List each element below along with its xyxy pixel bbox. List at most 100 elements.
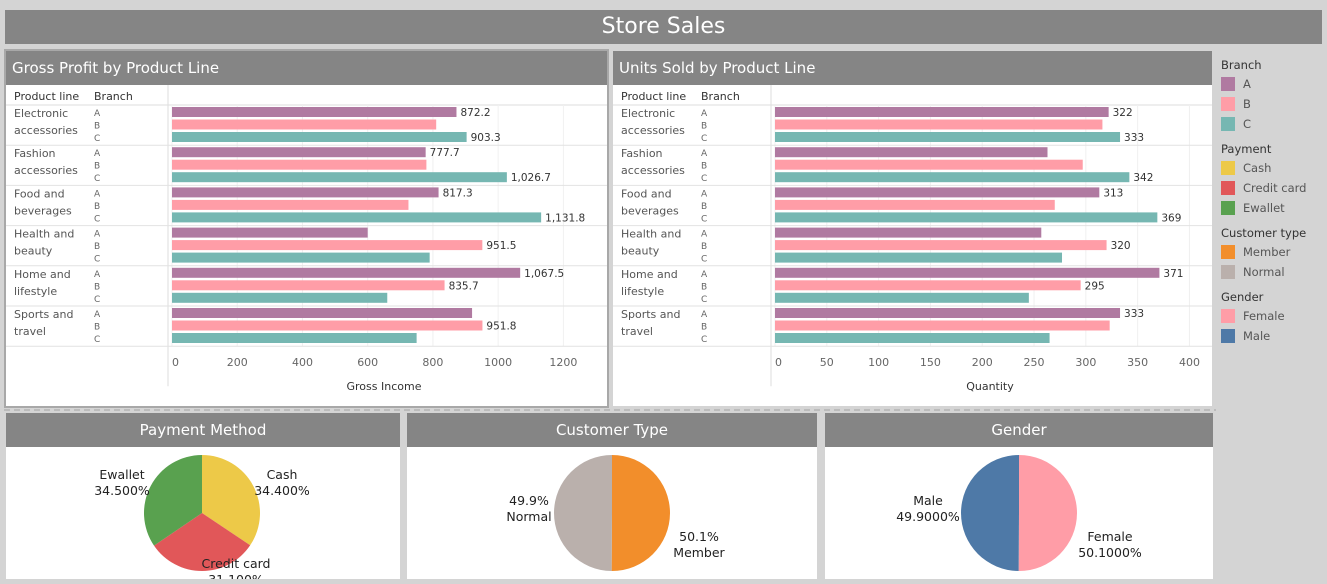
slice-value-label: 34.500% (94, 483, 150, 498)
slice-name-label: Male (913, 493, 943, 508)
data-label: 333 (1124, 132, 1144, 144)
branch-header: Branch (94, 90, 133, 103)
bar (172, 333, 417, 343)
category-label: beauty (14, 245, 53, 258)
payment-method-title: Payment Method (6, 413, 400, 447)
legend-label: Ewallet (1243, 201, 1285, 215)
legend-swatch (1221, 265, 1235, 279)
legend-item-branch-b[interactable]: B (1221, 94, 1325, 114)
legend-item-credit-card[interactable]: Credit card (1221, 178, 1325, 198)
bar (172, 320, 483, 331)
customer-type-panel[interactable]: Customer Type 49.9% Normal 50.1% Member (407, 413, 817, 579)
branch-label: C (701, 174, 707, 184)
data-label: 1,131.8 (545, 212, 585, 224)
category-label: accessories (621, 124, 685, 137)
branch-label: B (94, 323, 100, 333)
slice-name-label: Female (1087, 529, 1133, 544)
x-tick-label: 400 (1179, 356, 1200, 369)
bar (775, 320, 1110, 331)
bar (172, 280, 445, 291)
branch-label: B (94, 202, 100, 212)
legend-title: Customer type (1221, 226, 1307, 240)
branch-label: A (701, 149, 708, 159)
legend-label: Normal (1243, 265, 1285, 279)
data-label: 313 (1103, 187, 1123, 199)
x-tick-label: 0 (172, 356, 179, 369)
units-sold-chart[interactable]: Product line Branch 0 50 100 150 200 250 300 350 4… (613, 85, 1212, 406)
customer-type-pie[interactable]: 49.9%Normal 50.1%Member (407, 447, 817, 579)
payment-method-pie[interactable]: Ewallet34.500% Cash34.400% Credit card31.1… (6, 447, 400, 579)
bar (172, 132, 467, 142)
category-label: Health and (621, 228, 681, 241)
category-label: Electronic (621, 107, 675, 120)
legend-item-ewallet[interactable]: Ewallet (1221, 198, 1325, 218)
slice-value-label: 31.100% (208, 572, 264, 579)
legend-group-payment: Payment Cash Credit card Ewallet (1221, 140, 1325, 218)
x-tick-label: 400 (292, 356, 313, 369)
category-label: beauty (621, 245, 660, 258)
legend-title: Gender (1221, 290, 1264, 304)
bar (172, 227, 368, 238)
gender-panel[interactable]: Gender Male 49.9000% Female 50.1000% (825, 413, 1213, 579)
slice-name-label: 50.1% (679, 529, 719, 544)
legend-item-member[interactable]: Member (1221, 242, 1325, 262)
legend-label: Member (1243, 245, 1291, 259)
bar (775, 267, 1160, 278)
payment-method-panel[interactable]: Payment Method Ewallet 34.500% Cash 34.400%… (6, 413, 400, 579)
branch-label: A (701, 109, 708, 119)
data-label: 322 (1113, 107, 1133, 119)
x-axis-label: Gross Income (347, 380, 422, 393)
legend-label: Cash (1243, 161, 1272, 175)
bar (775, 308, 1121, 318)
slice-value-label: 49.9000% (896, 509, 960, 524)
branch-label: B (94, 162, 100, 172)
legend-item-normal[interactable]: Normal (1221, 262, 1325, 282)
gross-profit-chart[interactable]: Product line Branch 0 200 400 600 800 1000 1200 G… (6, 85, 607, 406)
branch-label: C (701, 214, 707, 224)
bar (775, 199, 1055, 210)
legend-group-customer-type: Customer type Member Normal (1221, 224, 1325, 282)
gender-pie[interactable]: Male49.9000% Female50.1000% (825, 447, 1213, 579)
category-label: Sports and (14, 308, 73, 321)
legend-swatch (1221, 329, 1235, 343)
branch-label: C (94, 255, 100, 265)
branch-label: C (94, 335, 100, 345)
slice-value-label: 50.1000% (1078, 545, 1142, 560)
legend-item-branch-a[interactable]: A (1221, 74, 1325, 94)
row-header: Product line (621, 90, 686, 103)
customer-type-title: Customer Type (407, 413, 817, 447)
legend-group-gender: Gender Female Male (1221, 288, 1325, 346)
legend-group-branch: Branch A B C (1221, 56, 1325, 134)
x-tick-label: 600 (357, 356, 378, 369)
gross-profit-title: Gross Profit by Product Line (6, 51, 607, 85)
branch-label: C (701, 134, 707, 144)
category-label: Fashion (621, 147, 663, 160)
pie-slice (1018, 455, 1077, 571)
legend-label: B (1243, 97, 1251, 111)
legend-item-female[interactable]: Female (1221, 306, 1325, 326)
pie-slice (611, 455, 670, 571)
legend-item-cash[interactable]: Cash (1221, 158, 1325, 178)
branch-label: A (94, 149, 101, 159)
data-label: 333 (1124, 308, 1144, 320)
legend-swatch (1221, 245, 1235, 259)
branch-label: C (94, 174, 100, 184)
x-tick-label: 150 (920, 356, 941, 369)
branch-label: B (701, 282, 707, 292)
gross-profit-panel[interactable]: Gross Profit by Product Line Product lin… (4, 49, 609, 408)
legend-item-male[interactable]: Male (1221, 326, 1325, 346)
legend-item-branch-c[interactable]: C (1221, 114, 1325, 134)
bar (172, 159, 427, 170)
branch-label: A (94, 270, 101, 280)
x-tick-label: 350 (1127, 356, 1148, 369)
data-label: 817.3 (443, 187, 473, 199)
slice-value-label: Member (673, 545, 725, 560)
branch-label: C (701, 335, 707, 345)
data-label: 951.8 (486, 321, 516, 333)
data-label: 872.2 (460, 107, 490, 119)
branch-label: A (94, 310, 101, 320)
units-sold-panel[interactable]: Units Sold by Product Line Product line B… (613, 51, 1212, 406)
category-label: lifestyle (621, 285, 664, 298)
x-tick-label: 50 (820, 356, 834, 369)
x-tick-label: 300 (1075, 356, 1096, 369)
